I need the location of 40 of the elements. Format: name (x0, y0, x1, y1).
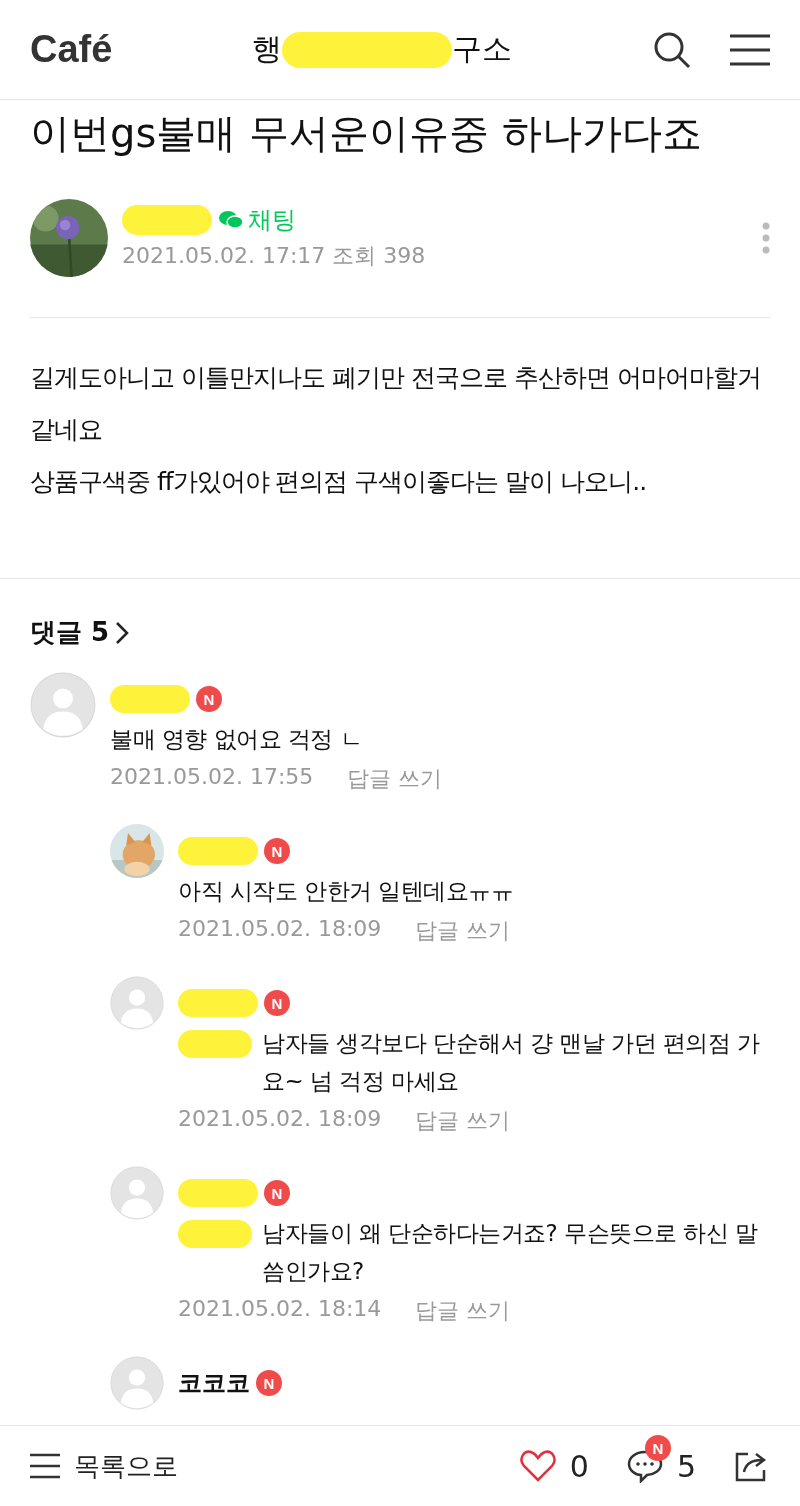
comments-link[interactable]: 댓글 5 (0, 579, 800, 664)
new-badge: N (264, 990, 290, 1016)
like-count: 0 (569, 1448, 589, 1484)
list-link[interactable]: 목록으로 (74, 1448, 506, 1484)
reply-link[interactable]: 답글 쓰기 (415, 1106, 511, 1136)
chat-link[interactable]: 채팅 (218, 204, 296, 236)
cafe-title: 행 (252, 30, 283, 68)
chevron-right-icon (115, 620, 130, 645)
comment-text: 남자들 생각보다 단순해서 걍 맨날 가던 편의점 가요~ 넘 걱정 마세요 (262, 1029, 761, 1096)
default-avatar-icon (110, 1166, 164, 1220)
commenter-name: 코코코 (178, 1368, 250, 1399)
comment-text: 아직 시작도 안한거 일텐데요ㅠㅠ (178, 877, 514, 906)
reply-link[interactable]: 답글 쓰기 (415, 1296, 511, 1326)
new-badge: N (196, 686, 222, 712)
menu-icon[interactable] (730, 33, 770, 66)
comment-time: 2021.05.02. 17:55 (110, 764, 314, 791)
post-text: 상품구색중 ff가있어야 편의점 구색이좋다는 말이 나오니.. (30, 466, 648, 498)
new-badge: N (264, 838, 290, 864)
comment-time: 2021.05.02. 18:09 (178, 916, 382, 943)
post-title: 이번gs불매 무서운이유중 하나가다죠 (29, 109, 703, 158)
post-text: 길게도아니고 이틀만지나도 폐기만 전국으로 추산하면 어마어마할거같네요 (30, 362, 762, 446)
cafe-logo[interactable]: Café (30, 28, 113, 71)
new-badge: N (256, 1370, 282, 1396)
new-badge: N (264, 1180, 290, 1206)
comment-count: 5 (676, 1448, 696, 1484)
default-avatar-icon (30, 672, 96, 738)
new-badge: N (644, 1435, 671, 1461)
post-meta: 2021.05.02. 17:17 조회 398 (122, 242, 427, 270)
comment-time: 2021.05.02. 18:09 (178, 1106, 382, 1133)
cafe-title: 구소 (452, 30, 513, 68)
chat-icon (218, 209, 244, 231)
default-avatar-icon (110, 1356, 164, 1410)
heart-icon[interactable] (519, 1450, 556, 1482)
default-avatar-icon (110, 976, 164, 1030)
comment-text: 남자들이 왜 단순하다는거죠? 무슨뜻으로 하신 말씀인가요? (262, 1219, 759, 1286)
menu-icon[interactable] (30, 1453, 60, 1479)
reply-link[interactable]: 답글 쓰기 (415, 916, 511, 946)
comment-text: 불매 영향 없어요 걱정 ㄴ (110, 725, 363, 754)
reply-link[interactable]: 답글 쓰기 (347, 764, 443, 794)
comment-time: 2021.05.02. 18:14 (178, 1296, 382, 1323)
